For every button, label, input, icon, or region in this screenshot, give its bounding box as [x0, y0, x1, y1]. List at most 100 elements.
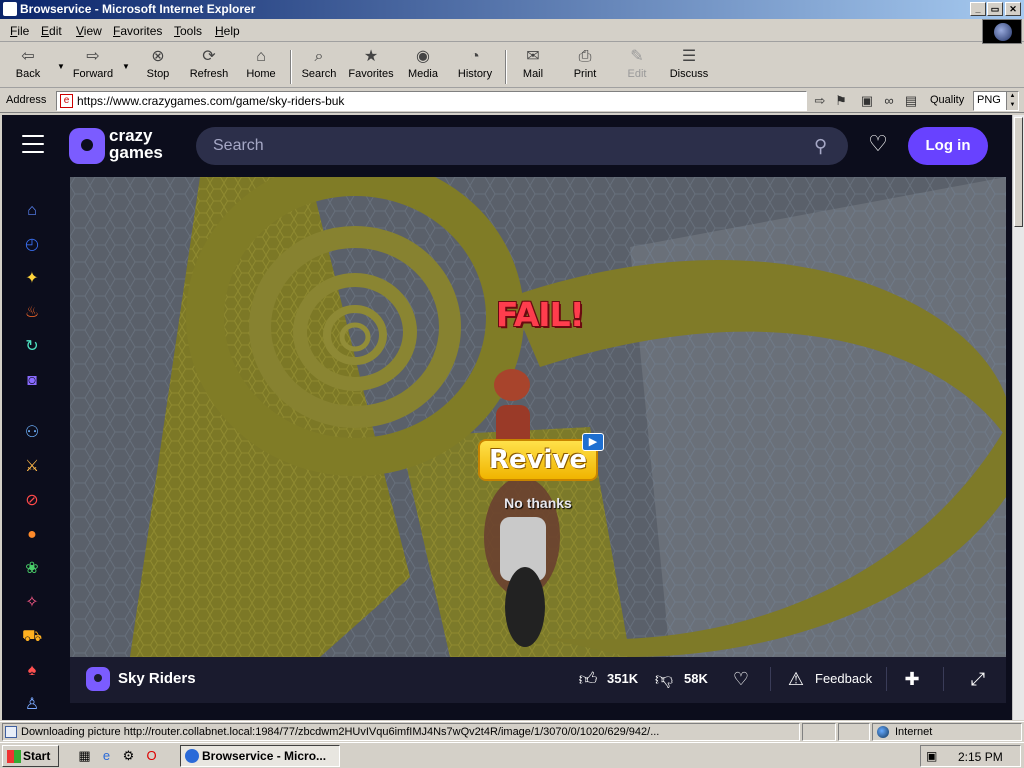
stop-button[interactable]: ⊗ Stop: [140, 48, 176, 86]
search-icon: ⌕: [314, 48, 324, 65]
car-icon[interactable]: ⛟: [22, 627, 42, 647]
revive-button[interactable]: Revive: [478, 439, 598, 481]
find-binoculars-icon[interactable]: ∞: [880, 93, 898, 109]
menu-help[interactable]: Help: [215, 24, 240, 38]
fire-icon[interactable]: ♨: [22, 303, 42, 323]
minimize-button[interactable]: _: [970, 2, 986, 16]
back-button[interactable]: ⇦ Back: [8, 48, 48, 86]
taskbar-window-browservice[interactable]: Browservice - Micro...: [180, 745, 340, 767]
favorites-heart-icon[interactable]: ♡: [866, 132, 890, 156]
menu-tools[interactable]: Tools: [174, 24, 202, 38]
multiplayer-icon[interactable]: ⚇: [22, 423, 42, 443]
clock-icon[interactable]: ◴: [22, 235, 42, 255]
web-content: crazy games Search ⚲ ♡ Log in ⌂ ◴ ✦ ♨ ↻ …: [2, 115, 1012, 720]
home-button[interactable]: ⌂ Home: [242, 48, 280, 86]
like-count: 351K: [607, 671, 639, 686]
vertical-scrollbar[interactable]: [1012, 115, 1024, 720]
embed-icon[interactable]: ✚: [900, 667, 924, 691]
refresh-button[interactable]: ⟳ Refresh: [186, 48, 232, 86]
flower-icon[interactable]: ❀: [22, 559, 42, 579]
media-button[interactable]: ◉ Media: [405, 48, 441, 86]
search-button[interactable]: ⌕ Search: [300, 48, 338, 86]
home-icon[interactable]: ⌂: [22, 201, 42, 221]
bookmark-icon[interactable]: ⚑: [832, 93, 850, 109]
page-loading-icon: [5, 726, 17, 738]
security-zone[interactable]: Internet: [872, 723, 1022, 741]
no-thanks-button[interactable]: No thanks: [500, 495, 576, 511]
scrollbar-thumb[interactable]: [1014, 117, 1023, 227]
ribbon-icon[interactable]: ✧: [22, 593, 42, 613]
menu-toggle-icon[interactable]: [22, 135, 44, 155]
feedback-icon[interactable]: ⚠: [784, 667, 808, 691]
discuss-button[interactable]: ☰ Discuss: [668, 48, 710, 86]
print-button[interactable]: ⎙ Print: [568, 48, 602, 86]
clipboard-icon[interactable]: ▤: [902, 93, 920, 109]
save-page-icon[interactable]: ▣: [858, 93, 876, 109]
separator: [943, 667, 944, 691]
fullscreen-icon[interactable]: ⤢: [966, 667, 990, 691]
ie-quicklaunch-icon[interactable]: e: [98, 747, 115, 764]
ie-logo-icon: [3, 2, 17, 16]
stamp-icon[interactable]: ♙: [22, 695, 42, 715]
refresh-icon: ⟳: [202, 48, 216, 65]
clock[interactable]: 2:15 PM: [958, 750, 1003, 764]
menu-view[interactable]: View: [76, 24, 102, 38]
go-icon[interactable]: ⇨: [811, 93, 829, 109]
controller-icon[interactable]: ◙: [22, 371, 42, 391]
printer-icon: ⎙: [578, 48, 592, 65]
address-field[interactable]: e https://www.crazygames.com/game/sky-ri…: [56, 91, 807, 111]
site-logo-text[interactable]: crazy games: [109, 127, 163, 161]
login-button[interactable]: Log in: [908, 127, 988, 165]
basketball-icon[interactable]: ●: [22, 525, 42, 545]
forward-dropdown-icon[interactable]: ▼: [122, 62, 130, 71]
maximize-button[interactable]: ▭: [987, 2, 1003, 16]
favorites-button[interactable]: ★ Favorites: [346, 48, 396, 86]
thumbs-down-icon[interactable]: 👎︎: [652, 667, 676, 691]
history-button[interactable]: ◔ History: [455, 48, 495, 86]
discuss-icon: ☰: [681, 48, 697, 65]
compass-icon[interactable]: ⊘: [22, 491, 42, 511]
sword-icon[interactable]: ⚔: [22, 457, 42, 477]
search-icon[interactable]: ⚲: [814, 136, 834, 156]
close-button[interactable]: ✕: [1005, 2, 1021, 16]
start-button[interactable]: Start: [2, 745, 59, 767]
show-desktop-icon[interactable]: ▦: [76, 747, 93, 764]
crazygames-small-logo-icon: [86, 667, 110, 691]
game-info-bar: Sky Riders 👍︎ 351K 👎︎ 58K ♡ ⚠ Feedback ✚…: [70, 657, 1006, 703]
taskbar: Start ▦ e ⚙ O Browservice - Micro... ▣ 2…: [0, 742, 1024, 768]
forward-button[interactable]: ⇨ Forward: [70, 48, 116, 86]
edit-icon: ✎: [630, 48, 644, 65]
mail-button[interactable]: ✉ Mail: [516, 48, 550, 86]
favorite-heart-icon[interactable]: ♡: [729, 667, 753, 691]
thumbs-up-icon[interactable]: 👍︎: [576, 667, 600, 691]
game-canvas[interactable]: FAIL! Revive ▶ No thanks: [70, 177, 1006, 657]
separator: [886, 667, 887, 691]
game-scene: [70, 177, 1006, 657]
ie-window-icon: [185, 749, 199, 763]
crazygames-logo-icon[interactable]: [69, 128, 105, 164]
edit-button[interactable]: ✎ Edit: [622, 48, 652, 86]
menu-edit[interactable]: Edit: [41, 24, 62, 38]
quality-spinner[interactable]: ▲ ▼: [1006, 92, 1018, 110]
network-icon[interactable]: ⚙: [120, 747, 137, 764]
separator: [770, 667, 771, 691]
site-search-input[interactable]: Search ⚲: [196, 127, 848, 165]
calendar-tray-icon[interactable]: ▣: [926, 749, 942, 763]
sparkle-icon[interactable]: ✦: [22, 269, 42, 289]
home-icon: ⌂: [256, 48, 266, 65]
forward-arrow-icon: ⇨: [86, 48, 100, 65]
site-header: crazy games Search ⚲ ♡ Log in: [2, 115, 1012, 177]
feedback-button[interactable]: Feedback: [815, 671, 872, 686]
menu-favorites[interactable]: Favorites: [113, 24, 162, 38]
opera-icon[interactable]: O: [143, 747, 160, 764]
menu-file[interactable]: File: [10, 24, 29, 38]
refresh-icon[interactable]: ↻: [22, 337, 42, 357]
quality-select[interactable]: PNG ▲ ▼: [973, 91, 1019, 111]
fail-banner: FAIL!: [496, 295, 585, 334]
cards-icon[interactable]: ♠: [22, 661, 42, 681]
dislike-count: 58K: [684, 671, 708, 686]
system-tray: ▣ 2:15 PM: [920, 745, 1021, 767]
back-dropdown-icon[interactable]: ▼: [57, 62, 65, 71]
status-text-pane: Downloading picture http://router.collab…: [2, 723, 800, 741]
internet-globe-icon: [877, 726, 889, 738]
